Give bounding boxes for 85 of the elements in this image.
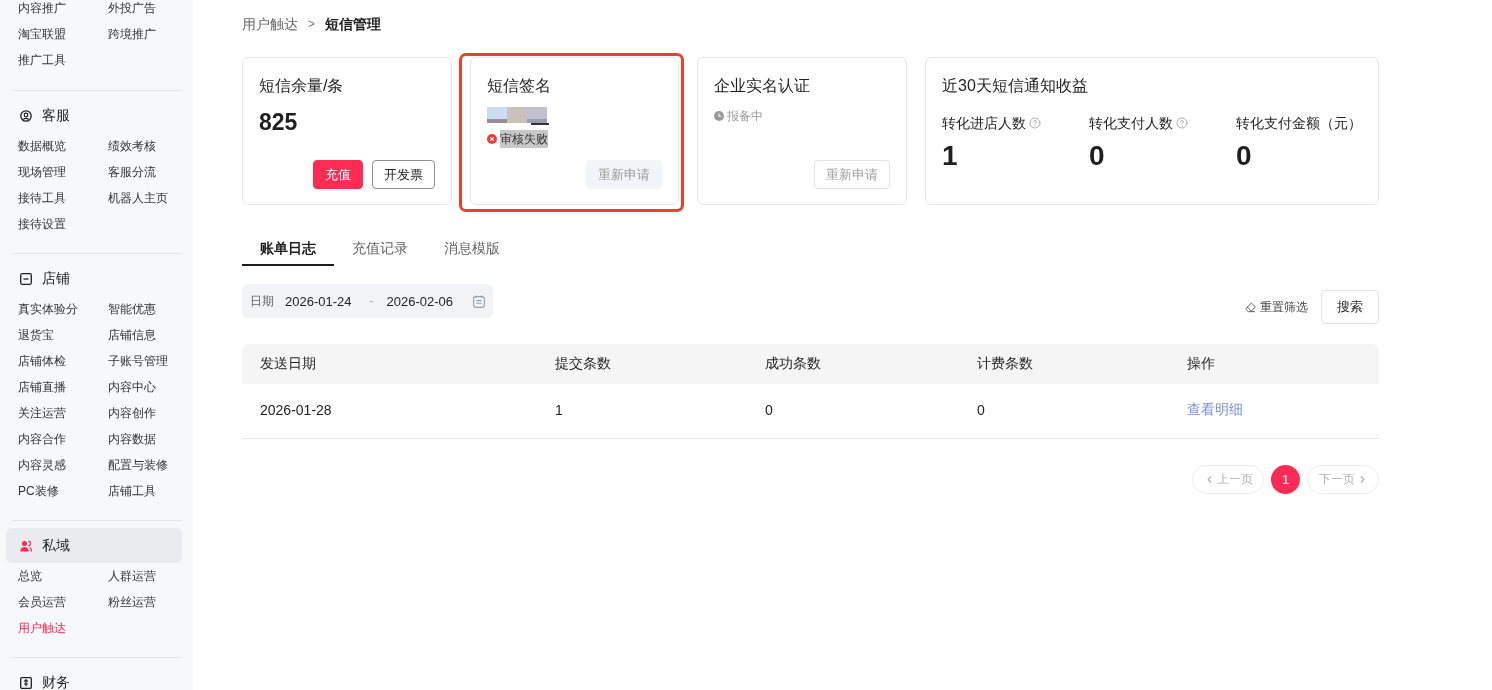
sidebar-link[interactable]: 配置与装修 — [108, 455, 168, 475]
sidebar-link[interactable]: 接待设置 — [18, 214, 66, 234]
sidebar-section-header[interactable]: 财务 — [6, 665, 182, 690]
sidebar-section-header[interactable]: 私域 — [6, 528, 182, 563]
minus-square-icon — [20, 272, 32, 285]
tab[interactable]: 充值记录 — [334, 230, 426, 266]
metric-label: 转化支付人数 — [1089, 114, 1173, 133]
metric-label: 转化进店人数 — [942, 114, 1026, 133]
table-cell: 1 — [555, 402, 563, 418]
date-separator: - — [369, 294, 374, 308]
sidebar-link[interactable]: 智能优惠 — [108, 299, 156, 319]
sidebar-link[interactable]: 淘宝联盟 — [18, 24, 66, 44]
page-button[interactable]: 1 — [1271, 465, 1300, 494]
sidebar-link[interactable]: PC装修 — [18, 481, 59, 501]
sidebar-link[interactable]: 内容推广 — [18, 0, 66, 18]
status-text: 审核失败 — [499, 130, 548, 148]
metric-value: 0 — [1236, 139, 1252, 173]
sidebar-link[interactable]: 数据概览 — [18, 136, 66, 156]
breadcrumb-current: 短信管理 — [325, 15, 381, 33]
sidebar-link[interactable]: 跨境推广 — [108, 24, 156, 44]
reset-filter-button[interactable]: 重置筛选 — [1245, 298, 1308, 316]
column-header: 计费条数 — [977, 355, 1033, 373]
sidebar-link[interactable]: 机器人主页 — [108, 188, 168, 208]
help-icon[interactable] — [1029, 117, 1041, 129]
metric-value: 0 — [1089, 139, 1105, 173]
card-action-button[interactable]: 充值 — [312, 160, 363, 189]
error-icon — [486, 134, 497, 144]
table-cell: 0 — [977, 402, 985, 418]
sidebar-link[interactable]: 推广工具 — [18, 50, 66, 70]
sidebar-link[interactable]: 店铺信息 — [108, 325, 156, 345]
column-header: 提交条数 — [555, 355, 611, 373]
table-cell: 2026-01-28 — [260, 402, 332, 418]
column-header: 操作 — [1187, 355, 1215, 373]
sidebar-link[interactable]: 用户触达 — [18, 618, 66, 638]
date-label: 日期 — [250, 292, 274, 310]
start-date: 2026-01-24 — [285, 293, 352, 309]
sidebar-link[interactable]: 真实体验分 — [18, 299, 78, 319]
sidebar-link[interactable]: 关注运营 — [18, 403, 66, 423]
search-button[interactable]: 搜索 — [1321, 290, 1379, 324]
eraser-icon — [1245, 301, 1256, 313]
breadcrumb-separator: > — [308, 16, 315, 33]
calendar-icon — [473, 294, 485, 308]
up-down-square-icon — [20, 676, 32, 689]
column-header: 发送日期 — [260, 355, 316, 373]
user-circle-icon — [20, 109, 32, 122]
sidebar-link[interactable]: 客服分流 — [108, 162, 156, 182]
sidebar-link[interactable]: 外投广告 — [108, 0, 156, 18]
sidebar-link[interactable]: 粉丝运营 — [108, 592, 156, 612]
sidebar-link[interactable]: 绩效考核 — [108, 136, 156, 156]
sidebar-link[interactable]: 内容合作 — [18, 429, 66, 449]
date-range-field[interactable]: 日期 2026-01-24 - 2026-02-06 — [242, 284, 493, 318]
sidebar-link[interactable]: 现场管理 — [18, 162, 66, 182]
sidebar-link[interactable]: 人群运营 — [108, 566, 156, 586]
card-title: 短信余量/条 — [259, 76, 345, 96]
status-text: 报备中 — [727, 108, 764, 125]
sidebar-link[interactable]: 内容创作 — [108, 403, 156, 423]
sidebar-link[interactable]: 子账号管理 — [108, 351, 168, 371]
sidebar-link[interactable]: 店铺直播 — [18, 377, 66, 397]
tab[interactable]: 账单日志 — [242, 230, 334, 266]
end-date: 2026-02-06 — [386, 293, 453, 309]
balance-value: 825 — [259, 108, 299, 137]
column-header: 成功条数 — [765, 355, 821, 373]
sidebar-link[interactable]: 会员运营 — [18, 592, 66, 612]
clock-icon — [714, 111, 725, 121]
tab[interactable]: 消息模版 — [426, 230, 518, 266]
card-action-button[interactable]: 开发票 — [371, 160, 435, 189]
sidebar-link[interactable]: 总览 — [18, 566, 42, 586]
sidebar-link[interactable]: 店铺体检 — [18, 351, 66, 371]
help-icon[interactable] — [1176, 117, 1188, 129]
sidebar-link[interactable]: 内容灵感 — [18, 455, 66, 475]
sidebar-section-header[interactable]: 店铺 — [6, 261, 182, 296]
table-cell: 0 — [765, 402, 773, 418]
sidebar-link[interactable]: 内容中心 — [108, 377, 156, 397]
metric-label: 转化支付金额（元） — [1236, 114, 1362, 133]
sidebar-link[interactable]: 接待工具 — [18, 188, 66, 208]
sidebar-section-header[interactable]: 客服 — [6, 98, 182, 133]
users-icon — [20, 539, 32, 552]
metric-value: 1 — [942, 139, 958, 173]
card-title: 企业实名认证 — [714, 76, 812, 96]
sidebar-link[interactable]: 内容数据 — [108, 429, 156, 449]
breadcrumb-link[interactable]: 用户触达 — [242, 15, 298, 33]
card-title: 短信签名 — [486, 76, 552, 96]
sidebar-link[interactable]: 店铺工具 — [108, 481, 156, 501]
sidebar-link[interactable]: 退货宝 — [18, 325, 54, 345]
card-title: 近30天短信通知收益 — [942, 76, 1089, 96]
